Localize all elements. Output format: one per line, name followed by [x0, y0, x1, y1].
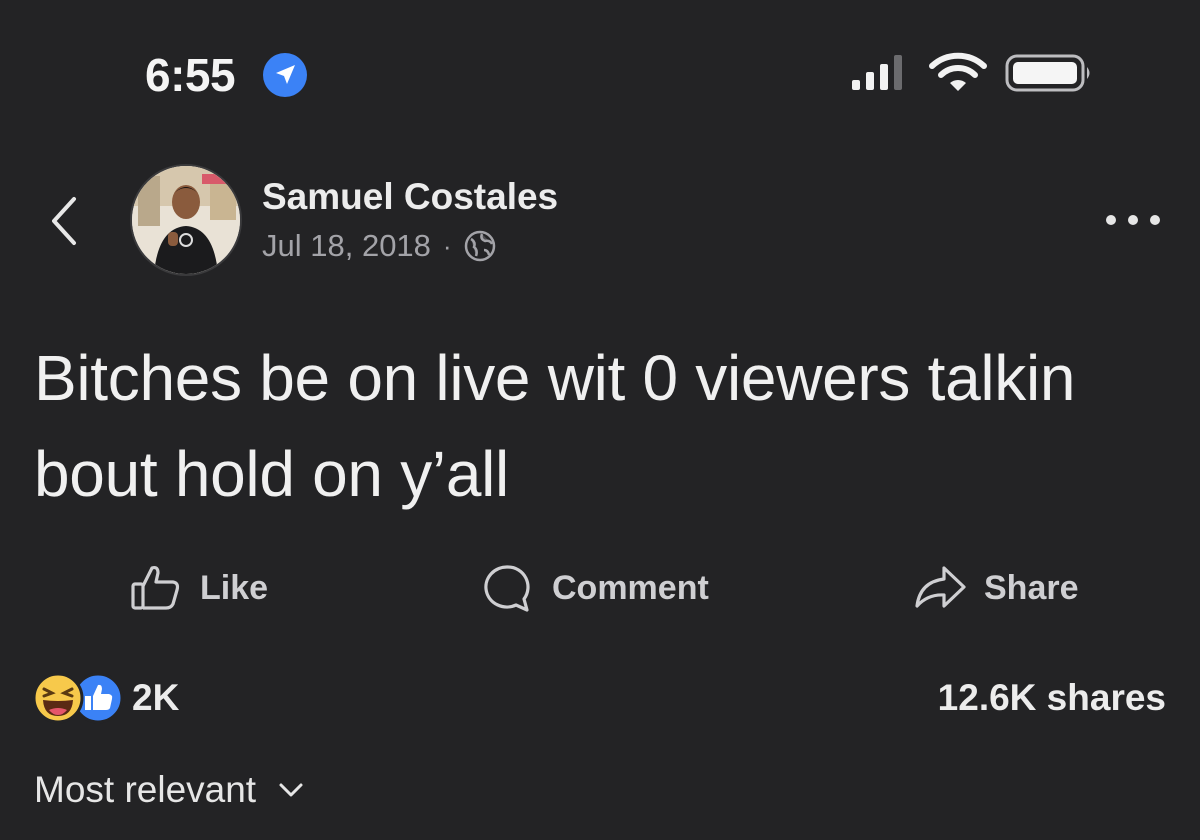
wifi-icon	[929, 52, 987, 91]
cellular-signal-icon	[852, 55, 902, 90]
share-label: Share	[984, 569, 1079, 607]
post-screen: 6:55 Samuel Costales Jul 18, 2018 · Bitc…	[0, 0, 1200, 840]
speech-bubble-icon	[484, 565, 530, 612]
more-options-button[interactable]	[1100, 200, 1166, 240]
avatar-photo	[132, 166, 240, 274]
thumbs-up-icon	[131, 565, 180, 610]
comment-label: Comment	[552, 569, 709, 607]
like-button[interactable]: Like	[128, 558, 268, 618]
haha-icon	[32, 672, 84, 724]
like-label: Like	[200, 569, 269, 607]
reaction-count: 2K	[132, 677, 180, 718]
post-meta: Jul 18, 2018 ·	[262, 226, 496, 266]
reaction-icons	[32, 670, 124, 726]
avatar[interactable]	[130, 164, 242, 276]
battery-icon	[1005, 54, 1090, 92]
comment-button[interactable]: Comment	[480, 558, 709, 618]
author-name[interactable]: Samuel Costales	[262, 175, 558, 219]
share-arrow-icon	[915, 566, 966, 608]
globe-icon	[464, 230, 495, 262]
shares-count[interactable]: 12.6K shares	[938, 670, 1166, 726]
meta-separator: ·	[442, 231, 452, 261]
post-date[interactable]: Jul 18, 2018	[262, 226, 431, 266]
back-button[interactable]	[40, 193, 88, 249]
comment-sort-dropdown[interactable]: Most relevant	[34, 765, 304, 815]
post-text: Bitches be on live wit 0 viewers talkin …	[34, 342, 1076, 510]
status-time: 6:55	[145, 49, 236, 101]
share-button[interactable]: Share	[912, 558, 1079, 618]
reactions-summary[interactable]: 2K	[32, 670, 179, 726]
sort-label: Most relevant	[34, 769, 257, 810]
location-arrow-icon	[263, 53, 307, 97]
chevron-down-icon	[279, 783, 303, 797]
